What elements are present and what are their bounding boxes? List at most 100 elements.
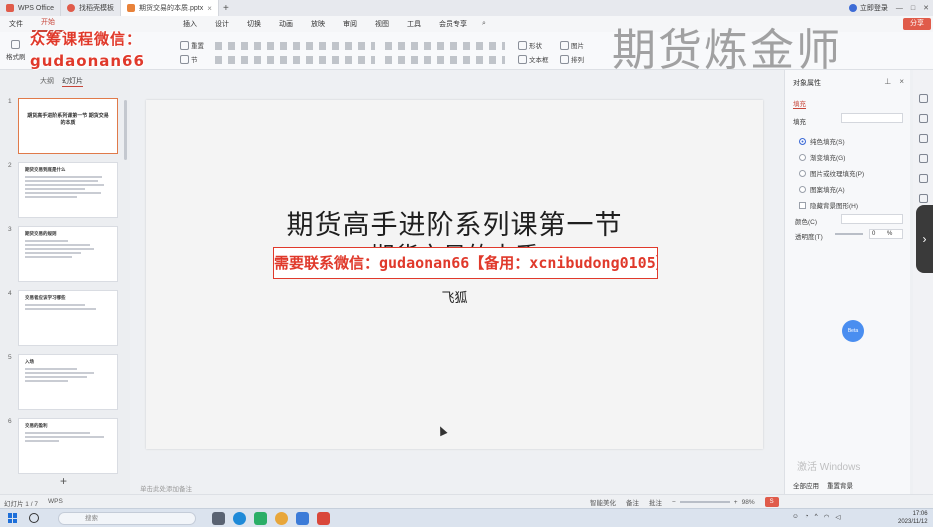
slide-thumb-row[interactable]: 2 期货交易到底是什么 [6, 162, 120, 220]
assistant-bubble[interactable]: Beta [842, 320, 864, 342]
slide-thumbnail[interactable]: 期货交易到底是什么 [18, 162, 118, 218]
wechat-icon[interactable] [254, 512, 267, 525]
share-button[interactable]: 分享 [903, 18, 931, 30]
tray-network-icon[interactable]: ◔ [805, 513, 809, 521]
expand-arrow-icon[interactable]: › [916, 205, 933, 273]
tray-people-icon[interactable]: ☺ [792, 513, 799, 521]
slide-thumb-row[interactable]: 3 期货交易的规则 [6, 226, 120, 284]
panel-scrollbar[interactable] [124, 100, 127, 160]
slide-thumb-row[interactable]: 1 期货高手进阶系列课第一节 期货交易的本质 [6, 98, 120, 156]
minimize-icon[interactable]: — [896, 5, 903, 12]
format-painter-button[interactable]: 格式刷 [6, 40, 26, 61]
close-tab-icon[interactable]: × [207, 4, 212, 13]
pin-icon[interactable]: ⊥ [884, 77, 891, 86]
close-icon[interactable]: ✕ [923, 4, 929, 12]
fill-tab[interactable]: 填充 [793, 98, 806, 109]
apply-all-button[interactable]: 全部应用 [793, 480, 819, 490]
font-format-controls[interactable] [215, 42, 375, 50]
arrange-button[interactable]: 排列 [560, 54, 584, 64]
start-menu-icon[interactable] [8, 513, 18, 523]
folder-icon[interactable] [296, 512, 309, 525]
textbox-button[interactable]: 文本框 [518, 54, 549, 64]
hide-bg-checkbox[interactable]: 隐藏背景图形(H) [799, 200, 858, 210]
tab-wps-office[interactable]: WPS Office [0, 0, 62, 16]
tab-slides[interactable]: 幻灯片 [62, 76, 83, 87]
animation-icon[interactable] [919, 154, 928, 163]
clock-time: 17:06 [912, 511, 928, 517]
slide-thumbnail[interactable]: 期货交易的规则 [18, 226, 118, 282]
menu-slideshow[interactable]: 放映 [302, 19, 334, 29]
comment-toggle[interactable]: 批注 [649, 497, 662, 507]
slide-thumbnail[interactable]: 交易的盈利 [18, 418, 118, 474]
smart-beautify-button[interactable]: 智能美化 [590, 497, 616, 507]
taskbar-clock[interactable]: 17:06 2023/11/12 [898, 510, 928, 526]
fill-dropdown[interactable] [841, 113, 903, 123]
maximize-icon[interactable]: □ [911, 5, 915, 12]
zoom-slider[interactable] [679, 501, 730, 503]
slide-thumb-row[interactable]: 4 交易者应该学习哪些 [6, 290, 120, 348]
menu-transitions[interactable]: 切换 [238, 19, 270, 29]
menu-design[interactable]: 设计 [206, 19, 238, 29]
menu-file[interactable]: 文件 [0, 19, 32, 29]
properties-icon[interactable] [919, 94, 928, 103]
design-icon[interactable] [919, 134, 928, 143]
tray-volume-icon[interactable]: ◁ [835, 513, 840, 521]
fill-option-pattern[interactable]: 图案填充(A) [799, 184, 845, 194]
slide-thumbnail[interactable]: 入场 [18, 354, 118, 410]
wps-taskbar-icon[interactable] [317, 512, 330, 525]
section-button[interactable]: 节 [180, 54, 198, 64]
zoom-in-icon[interactable]: + [734, 499, 738, 506]
status-bar: 幻灯片 1 / 7 WPS 智能美化 备注 批注 − + 98% S [0, 494, 933, 508]
edge-icon[interactable] [233, 512, 246, 525]
paragraph-controls[interactable] [385, 42, 505, 50]
menu-tools[interactable]: 工具 [398, 19, 430, 29]
slide-thumb-row[interactable]: 5 入场 [6, 354, 120, 412]
star-icon[interactable] [919, 114, 928, 123]
slide-thumb-row[interactable]: 6 交易的盈利 [6, 418, 120, 476]
transparency-slider[interactable] [835, 233, 863, 235]
menu-member[interactable]: 会员专享 [430, 19, 476, 29]
alignment-controls[interactable] [385, 56, 505, 64]
shape-icon [518, 40, 527, 50]
shape-button[interactable]: 形状 [518, 40, 542, 50]
tray-chevron-icon[interactable]: ^ [815, 513, 818, 521]
notes-placeholder[interactable]: 单击此处添加备注 [140, 483, 192, 493]
chrome-icon[interactable] [275, 512, 288, 525]
search-icon[interactable]: ⌕ [476, 20, 492, 28]
ime-icon[interactable]: S [764, 497, 779, 507]
reset-background-button[interactable]: 重置背景 [827, 480, 853, 490]
task-view-icon[interactable] [212, 512, 225, 525]
menu-review[interactable]: 审阅 [334, 19, 366, 29]
add-slide-icon[interactable]: + [60, 474, 67, 488]
menu-view[interactable]: 视图 [366, 19, 398, 29]
fill-option-gradient[interactable]: 渐变填充(G) [799, 152, 845, 162]
fill-option-solid[interactable]: 纯色填充(S) [799, 136, 845, 146]
fill-option-picture[interactable]: 图片或纹理填充(P) [799, 168, 864, 178]
notes-toggle[interactable]: 备注 [626, 497, 639, 507]
transparency-input[interactable]: 0 % [869, 229, 903, 239]
color-picker[interactable] [841, 214, 903, 224]
slide-thumbnail[interactable]: 期货高手进阶系列课第一节 期货交易的本质 [18, 98, 118, 154]
image-button[interactable]: 图片 [560, 40, 584, 50]
tray-wifi-icon[interactable]: ◠ [824, 513, 830, 521]
reset-button[interactable]: 重置 [180, 40, 204, 50]
zoom-out-icon[interactable]: − [672, 499, 676, 506]
slide-author[interactable]: 飞狐 [146, 287, 763, 306]
share-icon[interactable] [919, 194, 928, 203]
login-button[interactable]: 立即登录 [848, 3, 888, 13]
menu-animations[interactable]: 动画 [270, 19, 302, 29]
close-pane-icon[interactable]: × [899, 77, 904, 86]
settings-icon[interactable] [919, 174, 928, 183]
slide-thumbnail[interactable]: 交易者应该学习哪些 [18, 290, 118, 346]
cortana-icon[interactable] [29, 513, 39, 523]
theme-name[interactable]: WPS [48, 498, 63, 508]
menu-insert[interactable]: 插入 [174, 19, 206, 29]
text-style-controls[interactable] [215, 56, 375, 64]
new-tab-icon[interactable]: + [219, 3, 233, 14]
tab-document[interactable]: 期货交易的本质.pptx × [121, 0, 219, 16]
taskbar-search-input[interactable]: 搜索 [58, 512, 196, 525]
zoom-control[interactable]: − + 98% [672, 499, 755, 506]
tab-outline[interactable]: 大纲 [40, 76, 54, 87]
tab-template[interactable]: 找稻壳模板 [61, 0, 122, 16]
textbox-label: 文本框 [529, 57, 549, 64]
